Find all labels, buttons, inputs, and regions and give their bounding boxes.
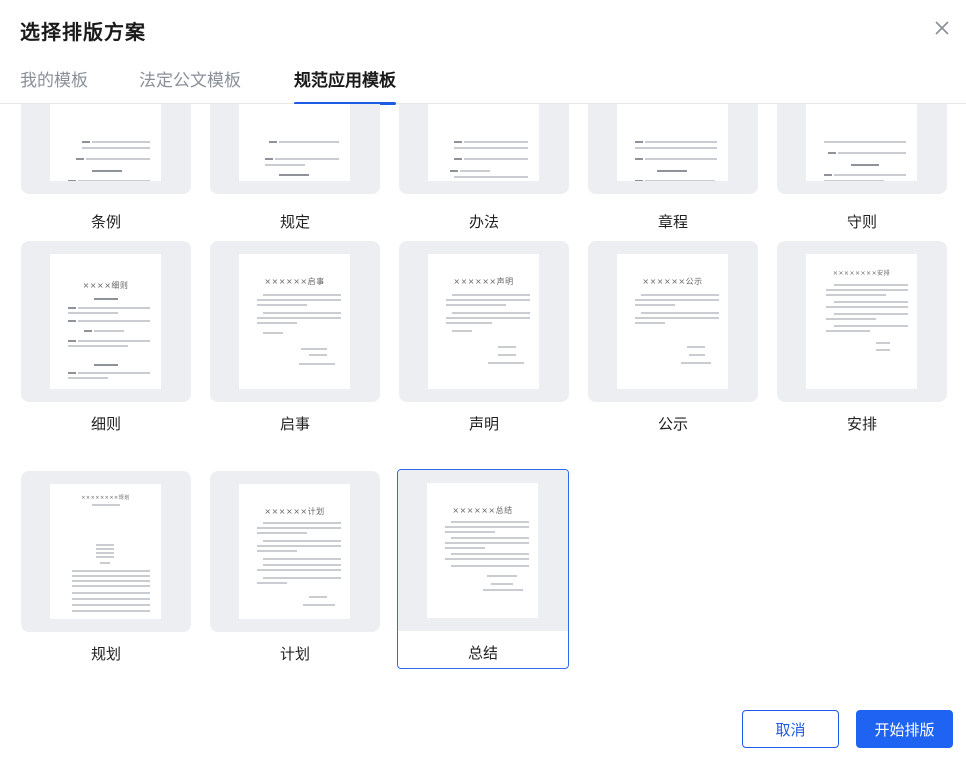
template-thumbnail [210, 104, 380, 194]
template-card-qishi[interactable]: ××××××启事 启事 [209, 240, 381, 440]
template-thumbnail: ××××××计划 [210, 471, 380, 632]
template-thumbnail [21, 104, 191, 194]
template-thumbnail: ××××××总结 [398, 470, 568, 631]
template-card-guihua[interactable]: ××××××××规划 规划 [20, 470, 192, 670]
start-layout-button[interactable]: 开始排版 [856, 710, 953, 748]
template-thumbnail [588, 104, 758, 194]
template-label: 安排 [846, 415, 877, 433]
template-tabs: 我的模板 法定公文模板 规范应用模板 [0, 56, 966, 105]
template-thumbnail: ××××××启事 [210, 241, 380, 402]
tab-standard-templates[interactable]: 规范应用模板 [294, 66, 396, 105]
template-card-shengming[interactable]: ××××××声明 声明 [398, 240, 570, 440]
template-thumbnail [399, 104, 569, 194]
template-label: 办法 [468, 213, 499, 231]
template-label: 总结 [467, 644, 498, 662]
template-card-jihua[interactable]: ××××××计划 计划 [209, 470, 381, 670]
template-card-shouze[interactable]: 守则 [776, 104, 948, 232]
close-icon[interactable] [928, 14, 956, 42]
template-label: 计划 [279, 645, 310, 663]
template-label: 规划 [90, 645, 121, 663]
template-card-zhangcheng[interactable]: 章程 [587, 104, 759, 232]
cancel-button[interactable]: 取消 [742, 710, 839, 748]
template-label: 公示 [657, 415, 688, 433]
tab-my-templates[interactable]: 我的模板 [20, 66, 88, 104]
template-label: 声明 [468, 415, 499, 433]
template-label: 条例 [90, 213, 121, 231]
template-label: 守则 [846, 213, 877, 231]
template-label: 章程 [657, 213, 688, 231]
dialog-title: 选择排版方案 [20, 20, 146, 44]
template-label: 规定 [279, 213, 310, 231]
template-card-gongshi[interactable]: ××××××公示 公示 [587, 240, 759, 440]
template-card-anpai[interactable]: ××××××××安排 安排 [776, 240, 948, 440]
template-thumbnail: ××××××××安排 [777, 241, 947, 402]
template-thumbnail [777, 104, 947, 194]
template-grid: 条例 规定 办法 章程 守则 ××××细则 细则 ××××××启事 启事 ×××… [0, 104, 966, 684]
template-card-zongjie[interactable]: ××××××总结 总结 [397, 469, 569, 669]
template-label: 启事 [279, 415, 310, 433]
tab-statutory-templates[interactable]: 法定公文模板 [139, 66, 241, 104]
template-card-guiding[interactable]: 规定 [209, 104, 381, 232]
template-card-xize[interactable]: ××××细则 细则 [20, 240, 192, 440]
template-thumbnail: ××××××××规划 [21, 471, 191, 632]
template-thumbnail: ××××细则 [21, 241, 191, 402]
template-thumbnail: ××××××声明 [399, 241, 569, 402]
template-card-tiaoli[interactable]: 条例 [20, 104, 192, 232]
template-card-banfa[interactable]: 办法 [398, 104, 570, 232]
template-thumbnail: ××××××公示 [588, 241, 758, 402]
template-label: 细则 [90, 415, 121, 433]
